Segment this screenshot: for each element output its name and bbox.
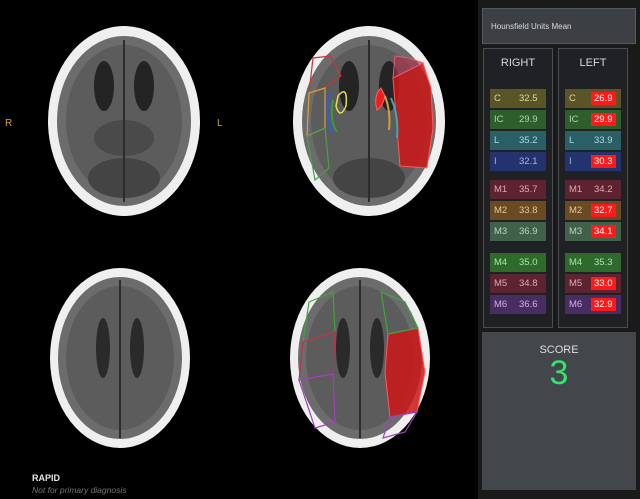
region-label: M5 bbox=[569, 278, 583, 289]
region-value: 35.7 bbox=[519, 184, 538, 195]
left-cell-m1: M1 34.2 bbox=[565, 180, 621, 199]
region-value: 26.9 bbox=[591, 92, 616, 105]
left-cell-m6: M6 32.9 bbox=[565, 295, 621, 314]
right-cell-i: I 32.1 bbox=[490, 152, 546, 171]
left-hemisphere-column: LEFT C 26.9 IC 29.9 L 33.9 I 30.3 M1 34.2 M2 32.7 M3… bbox=[558, 48, 628, 328]
region-label: M2 bbox=[494, 205, 508, 216]
region-label: M5 bbox=[494, 278, 508, 289]
region-label: C bbox=[494, 93, 501, 104]
region-value: 33.8 bbox=[519, 205, 538, 216]
region-value: 36.9 bbox=[519, 226, 538, 237]
region-label: IC bbox=[569, 114, 579, 125]
region-label: M3 bbox=[569, 226, 583, 237]
region-label: M6 bbox=[494, 299, 508, 310]
left-cell-m5: M5 33.0 bbox=[565, 274, 621, 293]
region-value: 33.9 bbox=[594, 135, 613, 146]
region-value: 32.5 bbox=[519, 93, 538, 104]
region-label: L bbox=[494, 135, 500, 146]
ct-slice-upper-original bbox=[48, 26, 200, 216]
left-cell-ic: IC 29.9 bbox=[565, 110, 621, 129]
region-label: M1 bbox=[569, 184, 583, 195]
region-label: I bbox=[569, 156, 572, 167]
right-hemisphere-column: RIGHT C 32.5 IC 29.9 L 35.2 I 32.1 M1 35.7 M2 33.8 M… bbox=[483, 48, 553, 328]
right-cell-m4: M4 35.0 bbox=[490, 253, 546, 272]
orientation-left-marker: L bbox=[217, 118, 223, 129]
right-cell-m5: M5 34.8 bbox=[490, 274, 546, 293]
hu-title: Hounsfield Units Mean bbox=[491, 22, 572, 31]
right-cell-c: C 32.5 bbox=[490, 89, 546, 108]
score-box: SCORE 3 bbox=[482, 332, 636, 490]
region-value: 34.1 bbox=[591, 225, 616, 238]
region-label: M2 bbox=[569, 205, 583, 216]
region-label: IC bbox=[494, 114, 504, 125]
left-cell-m3: M3 34.1 bbox=[565, 222, 621, 241]
region-value: 34.8 bbox=[519, 278, 538, 289]
ct-slice-lower-segmented bbox=[290, 268, 430, 448]
right-cell-m2: M2 33.8 bbox=[490, 201, 546, 220]
region-value: 30.3 bbox=[591, 155, 616, 168]
left-column-header: LEFT bbox=[579, 57, 607, 69]
region-label: M6 bbox=[569, 299, 583, 310]
score-value: 3 bbox=[549, 354, 569, 392]
disclaimer-note: Not for primary diagnosis bbox=[32, 485, 127, 495]
right-cell-ic: IC 29.9 bbox=[490, 110, 546, 129]
region-value: 33.0 bbox=[591, 277, 616, 290]
right-cell-m6: M6 36.6 bbox=[490, 295, 546, 314]
region-value: 32.1 bbox=[519, 156, 538, 167]
region-value: 35.2 bbox=[519, 135, 538, 146]
region-label: M4 bbox=[569, 257, 583, 268]
region-label: M4 bbox=[494, 257, 508, 268]
region-value: 35.0 bbox=[519, 257, 538, 268]
ct-slice-upper-segmented bbox=[293, 26, 445, 216]
region-label: M1 bbox=[494, 184, 508, 195]
left-cell-c: C 26.9 bbox=[565, 89, 621, 108]
region-value: 34.2 bbox=[594, 184, 613, 195]
image-viewer: R L RAPID Not for primary diagnosis bbox=[0, 0, 478, 499]
left-cell-l: L 33.9 bbox=[565, 131, 621, 150]
region-value: 29.9 bbox=[519, 114, 538, 125]
left-cell-m4: M4 35.3 bbox=[565, 253, 621, 272]
right-cell-m1: M1 35.7 bbox=[490, 180, 546, 199]
region-value: 36.6 bbox=[519, 299, 538, 310]
region-label: C bbox=[569, 93, 576, 104]
region-label: I bbox=[494, 156, 497, 167]
right-cell-m3: M3 36.9 bbox=[490, 222, 546, 241]
left-cell-m2: M2 32.7 bbox=[565, 201, 621, 220]
region-value: 35.3 bbox=[594, 257, 613, 268]
region-value: 32.9 bbox=[591, 298, 616, 311]
right-column-header: RIGHT bbox=[500, 57, 536, 69]
right-cell-l: L 35.2 bbox=[490, 131, 546, 150]
brand-label: RAPID bbox=[32, 473, 61, 483]
region-value: 29.9 bbox=[591, 113, 616, 126]
region-label: M3 bbox=[494, 226, 508, 237]
region-label: L bbox=[569, 135, 575, 146]
ct-slice-lower-original bbox=[50, 268, 190, 448]
left-cell-i: I 30.3 bbox=[565, 152, 621, 171]
hu-title-box: Hounsfield Units Mean bbox=[482, 8, 636, 44]
region-value: 32.7 bbox=[591, 204, 616, 217]
results-panel: Hounsfield Units Mean RIGHT C 32.5 IC 29.9 L… bbox=[478, 0, 640, 499]
orientation-right-marker: R bbox=[5, 118, 13, 129]
